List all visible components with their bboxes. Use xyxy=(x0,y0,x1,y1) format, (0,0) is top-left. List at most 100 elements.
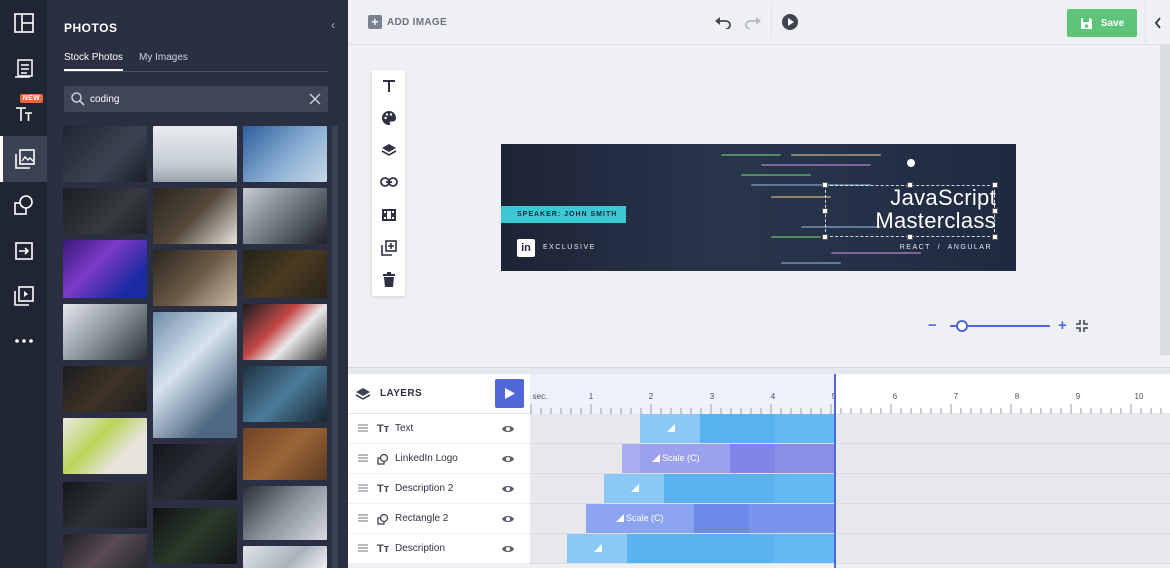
rotate-handle[interactable] xyxy=(907,159,915,167)
add-image-button[interactable]: + ADD IMAGE xyxy=(368,15,447,29)
more-button[interactable] xyxy=(0,318,47,364)
photo-thumbnail[interactable] xyxy=(243,366,327,422)
zoom-out-icon[interactable]: − xyxy=(928,317,937,334)
photo-thumbnail[interactable] xyxy=(63,418,147,474)
drag-handle-icon[interactable] xyxy=(358,514,368,522)
exclusive-label[interactable]: EXCLUSIVE xyxy=(543,244,596,251)
import-button[interactable] xyxy=(0,228,47,274)
tab-my-images[interactable]: My Images xyxy=(139,52,188,69)
drag-handle-icon[interactable] xyxy=(358,544,368,552)
timeline-ruler[interactable]: sec. 1 2 3 4 5 6 7 8 9 10 xyxy=(530,374,1170,414)
color-tool[interactable] xyxy=(372,106,405,130)
photo-thumbnail[interactable] xyxy=(153,126,237,182)
bar-main-segment[interactable] xyxy=(730,444,775,473)
resize-handle[interactable] xyxy=(992,234,998,240)
animation-bar[interactable]: Scale (C) xyxy=(622,444,835,473)
duplicate-tool[interactable] xyxy=(372,236,405,260)
fit-screen-icon[interactable] xyxy=(1075,319,1089,333)
photo-thumbnail[interactable] xyxy=(243,126,327,182)
bar-main-segment[interactable] xyxy=(627,534,774,563)
banner-canvas[interactable]: SPEAKER: JOHN SMITH in EXCLUSIVE JavaScr… xyxy=(501,144,1016,271)
photo-thumbnail[interactable] xyxy=(63,304,147,360)
bar-outro-segment[interactable] xyxy=(774,534,835,563)
visibility-eye-icon[interactable] xyxy=(501,513,515,525)
drag-handle-icon[interactable] xyxy=(358,424,368,432)
bar-outro-segment[interactable] xyxy=(774,474,835,503)
animation-bar[interactable] xyxy=(604,474,835,503)
layer-row-text[interactable]: Tт Text xyxy=(348,414,530,444)
photo-thumbnail[interactable] xyxy=(243,188,327,244)
photo-thumbnail[interactable] xyxy=(153,250,237,306)
photo-thumbnail[interactable] xyxy=(63,188,147,234)
photo-thumbnail[interactable] xyxy=(153,508,237,564)
resize-handle[interactable] xyxy=(822,234,828,240)
timeline-playhead[interactable] xyxy=(834,374,836,568)
video-button[interactable] xyxy=(0,273,47,319)
bar-intro-segment[interactable] xyxy=(622,444,640,473)
bar-main-segment[interactable] xyxy=(700,414,775,443)
animation-bar[interactable] xyxy=(640,414,835,443)
layer-row-linkedin-logo[interactable]: LinkedIn Logo xyxy=(348,444,530,474)
resize-handle[interactable] xyxy=(907,234,913,240)
timeline-resize-handle[interactable] xyxy=(348,367,1170,374)
visibility-eye-icon[interactable] xyxy=(501,483,515,495)
bar-outro-segment[interactable] xyxy=(775,414,835,443)
resize-handle[interactable] xyxy=(822,182,828,188)
layer-row-rectangle-2[interactable]: Rectangle 2 xyxy=(348,504,530,534)
panel-scrollbar[interactable] xyxy=(332,126,338,568)
photo-thumbnail[interactable] xyxy=(153,188,237,244)
clear-search-icon[interactable] xyxy=(308,92,322,106)
framework-tags[interactable]: REACT / ANGULAR xyxy=(900,244,992,251)
animation-bar[interactable] xyxy=(567,534,835,563)
canvas-scrollbar[interactable] xyxy=(1160,45,1170,355)
right-panel-toggle[interactable] xyxy=(1145,0,1170,45)
redo-icon[interactable] xyxy=(744,15,762,29)
undo-icon[interactable] xyxy=(714,15,732,29)
animation-tool[interactable] xyxy=(372,203,405,227)
preview-play-icon[interactable] xyxy=(781,13,799,31)
text-tool-button[interactable]: NEW xyxy=(0,90,47,136)
animation-bar[interactable]: Scale (C) xyxy=(586,504,835,533)
photo-thumbnail[interactable] xyxy=(243,304,327,360)
photo-thumbnail[interactable] xyxy=(243,546,327,568)
photo-thumbnail[interactable] xyxy=(243,486,327,540)
drag-handle-icon[interactable] xyxy=(358,454,368,462)
bar-outro-segment[interactable] xyxy=(775,444,835,473)
panel-collapse-icon[interactable]: ‹ xyxy=(331,18,335,32)
photo-thumbnail[interactable] xyxy=(63,126,147,182)
photo-thumbnail[interactable] xyxy=(63,366,147,412)
banner-title[interactable]: JavaScript Masterclass xyxy=(875,186,996,232)
bar-outro-segment[interactable] xyxy=(749,504,835,533)
speaker-tag[interactable]: SPEAKER: JOHN SMITH xyxy=(501,206,626,223)
photo-thumbnail[interactable] xyxy=(63,482,147,528)
link-tool[interactable] xyxy=(372,170,405,194)
zoom-slider-knob[interactable] xyxy=(956,320,968,332)
save-button[interactable]: Save xyxy=(1067,9,1137,37)
search-input[interactable] xyxy=(90,86,300,112)
delete-tool[interactable] xyxy=(372,268,405,292)
photo-thumbnail[interactable] xyxy=(243,250,327,298)
bar-main-segment[interactable] xyxy=(694,504,749,533)
photos-button[interactable] xyxy=(0,136,47,182)
drag-handle-icon[interactable] xyxy=(358,484,368,492)
visibility-eye-icon[interactable] xyxy=(501,423,515,435)
timeline-play-button[interactable] xyxy=(495,379,524,408)
photo-thumbnail[interactable] xyxy=(153,444,237,500)
text-tool[interactable] xyxy=(372,74,405,98)
shapes-button[interactable] xyxy=(0,182,47,228)
zoom-in-icon[interactable]: + xyxy=(1058,317,1067,334)
photo-thumbnail[interactable] xyxy=(243,428,327,480)
linkedin-logo[interactable]: in xyxy=(517,239,535,257)
photo-thumbnail[interactable] xyxy=(63,534,147,568)
resize-handle[interactable] xyxy=(822,208,828,214)
photo-thumbnail[interactable] xyxy=(63,240,147,298)
tab-stock-photos[interactable]: Stock Photos xyxy=(64,52,123,71)
layer-row-description-2[interactable]: Tт Description 2 xyxy=(348,474,530,504)
layers-tool[interactable] xyxy=(372,138,405,162)
visibility-eye-icon[interactable] xyxy=(501,543,515,555)
text-list-button[interactable] xyxy=(0,45,47,91)
visibility-eye-icon[interactable] xyxy=(501,453,515,465)
layout-button[interactable] xyxy=(0,0,47,46)
bar-main-segment[interactable] xyxy=(664,474,774,503)
photo-thumbnail[interactable] xyxy=(153,312,237,438)
